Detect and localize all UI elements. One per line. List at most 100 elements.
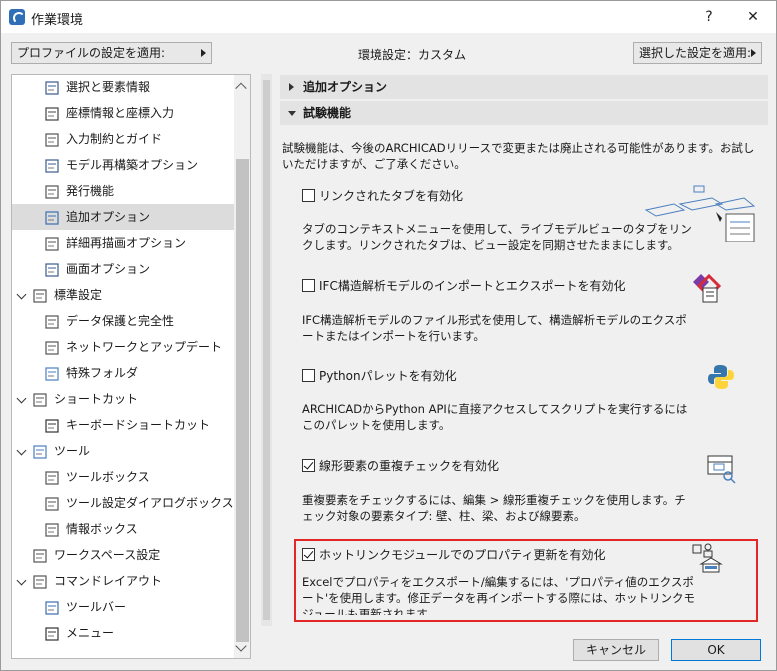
- section-experimental[interactable]: 試験機能: [280, 101, 768, 125]
- sidebar-item[interactable]: ショートカット: [12, 386, 234, 412]
- feature-description: タブのコンテキストメニューを使用して、ライブモデルビューのタブをリンクします。リ…: [302, 222, 692, 252]
- sidebar-item-label: 選択と要素情報: [66, 80, 151, 94]
- ok-button[interactable]: OK: [671, 639, 761, 661]
- feature-checkbox[interactable]: [302, 459, 315, 472]
- sidebar-item[interactable]: ツールバー: [12, 594, 234, 620]
- sidebar-item[interactable]: ツール設定ダイアログボックス: [12, 490, 234, 516]
- keyboard-shortcut-icon: [44, 417, 60, 433]
- sidebar-item-label: 画面オプション: [66, 262, 151, 276]
- sidebar-scrollbar[interactable]: [234, 75, 250, 658]
- sidebar-item-label: コマンドレイアウト: [54, 574, 163, 588]
- feature-description: IFC構造解析モデルのファイル形式を使用して、構造解析モデルのエクスポートまたは…: [302, 313, 687, 343]
- feature-label: 線形要素の重複チェックを有効化: [319, 459, 500, 473]
- apply-profile-label: プロファイルの設定を適用:: [17, 46, 166, 60]
- sidebar-item-label: 標準設定: [54, 288, 103, 302]
- sidebar-item[interactable]: ツール: [12, 438, 234, 464]
- chevron-right-icon: [751, 49, 756, 57]
- feature-checkbox[interactable]: [302, 279, 315, 292]
- close-button[interactable]: ✕: [738, 6, 768, 28]
- sidebar-item-label: ワークスペース設定: [54, 548, 161, 562]
- sidebar-item[interactable]: 発行機能: [12, 178, 234, 204]
- sidebar-item-label: メニュー: [66, 626, 115, 640]
- sidebar-item-label: ツールバー: [66, 600, 127, 614]
- sidebar-item-label: 詳細再描画オプション: [66, 236, 187, 250]
- chevron-down-icon[interactable]: [16, 393, 27, 404]
- environment-setting-label: 環境設定：カスタム: [358, 48, 467, 62]
- highlight-box: [294, 539, 758, 622]
- selection-info-icon: [44, 79, 60, 95]
- apply-profile-button[interactable]: プロファイルの設定を適用:: [11, 42, 212, 64]
- main-scrollbar[interactable]: [261, 74, 272, 626]
- data-safety-icon: [44, 313, 60, 329]
- archicad-app-icon: [9, 9, 25, 25]
- chevron-down-icon[interactable]: [16, 289, 27, 300]
- sidebar-item[interactable]: キーボードショートカット: [12, 412, 234, 438]
- duplicate-check-icon: [707, 455, 736, 484]
- window-title: 作業環境: [31, 13, 84, 28]
- sidebar-item[interactable]: 座標情報と座標入力: [12, 100, 234, 126]
- cancel-button[interactable]: キャンセル: [573, 639, 659, 661]
- sidebar-item-label: キーボードショートカット: [66, 418, 211, 432]
- experimental-intro: 試験機能は、今後のARCHICADリリースで変更または廃止される可能性があります…: [282, 141, 755, 171]
- sidebar-item-label: ネットワークとアップデート: [66, 340, 223, 354]
- sidebar-item-label: 特殊フォルダ: [66, 366, 139, 380]
- sidebar-item-label: モデル再構築オプション: [66, 158, 199, 172]
- help-button[interactable]: ?: [694, 6, 724, 28]
- feature-checkbox[interactable]: [302, 369, 315, 382]
- linked-tabs-icon: [644, 185, 756, 242]
- ifc-structural-icon: [693, 273, 722, 303]
- scroll-up-icon[interactable]: [235, 82, 247, 94]
- command-layout-icon: [32, 573, 48, 589]
- sidebar-item[interactable]: 詳細再描画オプション: [12, 230, 234, 256]
- feature-description: 重複要素をチェックするには、編集 > 線形重複チェックを使用します。チェック対象…: [302, 493, 686, 523]
- sidebar-item[interactable]: ツールボックス: [12, 464, 234, 490]
- tools-icon: [32, 443, 48, 459]
- sidebar-item-label: 情報ボックス: [66, 522, 138, 536]
- sidebar-item[interactable]: モデル再構築オプション: [12, 152, 234, 178]
- toolbox-icon: [44, 469, 60, 485]
- settings-tree: 選択と要素情報座標情報と座標入力入力制約とガイドモデル再構築オプション発行機能追…: [11, 74, 251, 659]
- sidebar-item[interactable]: ネットワークとアップデート: [12, 334, 234, 360]
- sidebar-item[interactable]: 情報ボックス: [12, 516, 234, 542]
- sidebar-item[interactable]: 特殊フォルダ: [12, 360, 234, 386]
- sidebar-item[interactable]: 選択と要素情報: [12, 75, 234, 100]
- feature-label: IFC構造解析モデルのインポートとエクスポートを有効化: [319, 279, 626, 293]
- screen-icon: [44, 261, 60, 277]
- sidebar-item[interactable]: 標準設定: [12, 282, 234, 308]
- sidebar-item[interactable]: コマンドレイアウト: [12, 568, 234, 594]
- sidebar-item-label: 追加オプション: [66, 210, 151, 224]
- feature-label: Pythonパレットを有効化: [319, 369, 457, 383]
- triangle-right-icon: [289, 83, 294, 91]
- feature-label: リンクされたタブを有効化: [319, 189, 464, 203]
- sidebar-item[interactable]: 画面オプション: [12, 256, 234, 282]
- chevron-down-icon[interactable]: [16, 575, 27, 586]
- python-icon: [708, 365, 734, 389]
- sidebar-item-label: ツール設定ダイアログボックス: [66, 496, 234, 510]
- apply-selected-label: 選択した設定を適用:: [639, 46, 752, 60]
- info-box-icon: [44, 521, 60, 537]
- sidebar-item[interactable]: メニュー: [12, 620, 234, 646]
- shortcut-icon: [32, 391, 48, 407]
- sidebar-item-label: ツールボックス: [66, 470, 150, 484]
- main-scroll-thumb[interactable]: [263, 80, 270, 620]
- sidebar-item-label: データ保護と完全性: [66, 314, 175, 328]
- sidebar-item[interactable]: データ保護と完全性: [12, 308, 234, 334]
- scroll-down-icon[interactable]: [235, 640, 247, 652]
- section-more-label: 追加オプション: [303, 80, 388, 94]
- apply-selected-button[interactable]: 選択した設定を適用:: [633, 42, 762, 64]
- scroll-thumb[interactable]: [236, 159, 249, 642]
- chevron-down-icon[interactable]: [16, 445, 27, 456]
- feature-description: ARCHICADからPython APIに直接アクセスしてスクリプトを実行するに…: [302, 402, 688, 432]
- model-rebuild-icon: [44, 157, 60, 173]
- sidebar-item[interactable]: 追加オプション: [12, 204, 234, 230]
- sidebar-item-label: ショートカット: [54, 392, 139, 406]
- feature-checkbox[interactable]: [302, 189, 315, 202]
- xyz-coordinates-icon: [44, 105, 60, 121]
- standard-settings-icon: [32, 287, 48, 303]
- toolbar-icon: [44, 599, 60, 615]
- section-more-options[interactable]: 追加オプション: [280, 75, 768, 99]
- sidebar-item[interactable]: 入力制約とガイド: [12, 126, 234, 152]
- sidebar-item-label: 入力制約とガイド: [66, 132, 163, 146]
- sidebar-item[interactable]: ワークスペース設定: [12, 542, 234, 568]
- sidebar-item-label: ツール: [54, 444, 91, 458]
